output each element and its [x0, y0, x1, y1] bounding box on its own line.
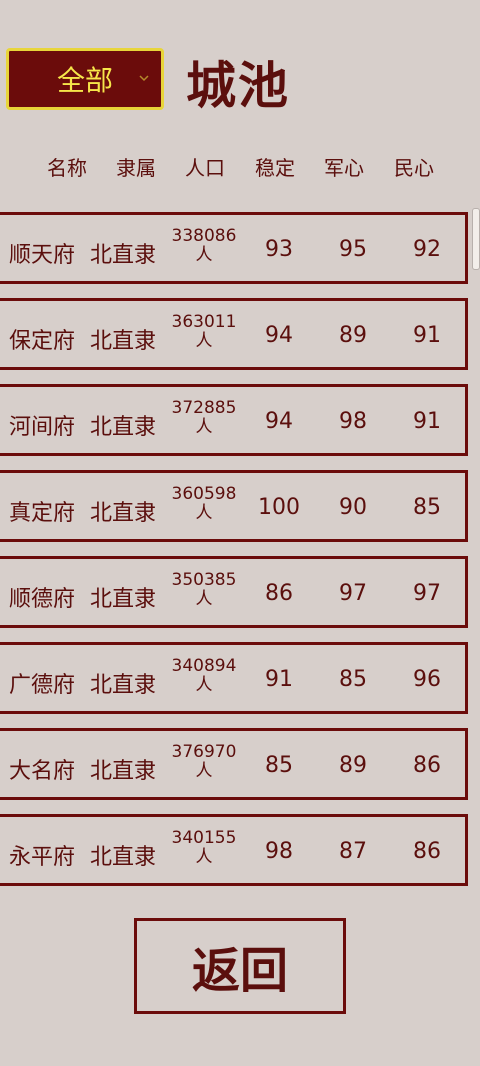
population-number: 376970 [171, 742, 237, 762]
city-name: 永平府 [8, 845, 75, 870]
list-scrollbar[interactable] [472, 204, 480, 894]
city-province: 北直隶 [89, 845, 156, 870]
population-number: 340894 [171, 656, 237, 676]
population-unit: 人 [195, 503, 213, 523]
city-population: 372885 人 [166, 399, 242, 437]
city-stability: 91 [265, 667, 293, 692]
city-population: 360598 人 [166, 485, 242, 523]
page-title: 城池 [186, 57, 290, 115]
population-number: 340155 [171, 828, 237, 848]
city-population: 350385 人 [166, 571, 242, 609]
city-population: 376970 人 [166, 743, 242, 781]
population-unit: 人 [195, 761, 213, 781]
city-people-morale: 97 [413, 581, 441, 606]
city-stability: 100 [258, 495, 300, 520]
column-header-stability: 稳定 [255, 156, 295, 180]
city-stability: 93 [265, 237, 293, 262]
city-row[interactable]: 顺德府 北直隶 350385 人 86 97 97 [0, 556, 468, 628]
city-army-morale: 97 [339, 581, 367, 606]
city-row[interactable]: 广德府 北直隶 340894 人 91 85 96 [0, 642, 468, 714]
population-number: 372885 [171, 398, 237, 418]
city-army-morale: 87 [339, 839, 367, 864]
city-province: 北直隶 [89, 329, 156, 354]
population-unit: 人 [195, 675, 213, 695]
city-row[interactable]: 永平府 北直隶 340155 人 98 87 86 [0, 814, 468, 886]
city-province: 北直隶 [89, 587, 156, 612]
city-population: 340894 人 [166, 657, 242, 695]
city-name: 顺德府 [8, 587, 75, 612]
column-header-army-morale: 军心 [324, 156, 364, 180]
column-header-name: 名称 [47, 156, 87, 180]
city-province: 北直隶 [89, 759, 156, 784]
city-population: 363011 人 [166, 313, 242, 351]
column-header-population: 人口 [185, 156, 225, 180]
city-people-morale: 91 [413, 409, 441, 434]
city-name: 大名府 [8, 759, 75, 784]
city-name: 真定府 [8, 501, 75, 526]
population-number: 360598 [171, 484, 237, 504]
city-people-morale: 85 [413, 495, 441, 520]
city-row[interactable]: 真定府 北直隶 360598 人 100 90 85 [0, 470, 468, 542]
city-population: 340155 人 [166, 829, 242, 867]
city-row[interactable]: 河间府 北直隶 372885 人 94 98 91 [0, 384, 468, 456]
header: 全部 城池 [0, 0, 480, 140]
city-people-morale: 86 [413, 753, 441, 778]
population-unit: 人 [195, 589, 213, 609]
city-stability: 98 [265, 839, 293, 864]
city-stability: 85 [265, 753, 293, 778]
city-army-morale: 89 [339, 323, 367, 348]
filter-select[interactable]: 全部 [6, 48, 164, 110]
chevron-down-icon [137, 71, 151, 85]
population-number: 363011 [171, 312, 237, 332]
city-province: 北直隶 [89, 415, 156, 440]
city-name: 河间府 [8, 415, 75, 440]
city-army-morale: 95 [339, 237, 367, 262]
city-row[interactable]: 保定府 北直隶 363011 人 94 89 91 [0, 298, 468, 370]
city-army-morale: 89 [339, 753, 367, 778]
population-unit: 人 [195, 417, 213, 437]
scrollbar-thumb[interactable] [472, 208, 480, 270]
city-people-morale: 96 [413, 667, 441, 692]
city-province: 北直隶 [89, 243, 156, 268]
population-unit: 人 [195, 245, 213, 265]
city-army-morale: 90 [339, 495, 367, 520]
population-unit: 人 [195, 331, 213, 351]
city-people-morale: 86 [413, 839, 441, 864]
city-population: 338086 人 [166, 227, 242, 265]
column-header-people-morale: 民心 [394, 156, 434, 180]
back-button[interactable]: 返回 [134, 918, 346, 1014]
city-stability: 86 [265, 581, 293, 606]
city-province: 北直隶 [89, 673, 156, 698]
city-army-morale: 98 [339, 409, 367, 434]
city-people-morale: 91 [413, 323, 441, 348]
city-list[interactable]: 顺天府 北直隶 338086 人 93 95 92 保定府 北直隶 363011 人… [0, 204, 480, 894]
city-province: 北直隶 [89, 501, 156, 526]
city-stability: 94 [265, 323, 293, 348]
city-name: 广德府 [8, 673, 75, 698]
column-header-province: 隶属 [116, 156, 156, 180]
city-name: 顺天府 [8, 243, 75, 268]
city-name: 保定府 [8, 329, 75, 354]
city-people-morale: 92 [413, 237, 441, 262]
city-army-morale: 85 [339, 667, 367, 692]
population-unit: 人 [195, 847, 213, 867]
city-row[interactable]: 顺天府 北直隶 338086 人 93 95 92 [0, 212, 468, 284]
city-row[interactable]: 大名府 北直隶 376970 人 85 89 86 [0, 728, 468, 800]
column-headers: 名称 隶属 人口 稳定 军心 民心 [0, 152, 470, 182]
filter-select-label: 全部 [56, 64, 113, 97]
city-stability: 94 [265, 409, 293, 434]
population-number: 350385 [171, 570, 237, 590]
population-number: 338086 [171, 226, 237, 246]
